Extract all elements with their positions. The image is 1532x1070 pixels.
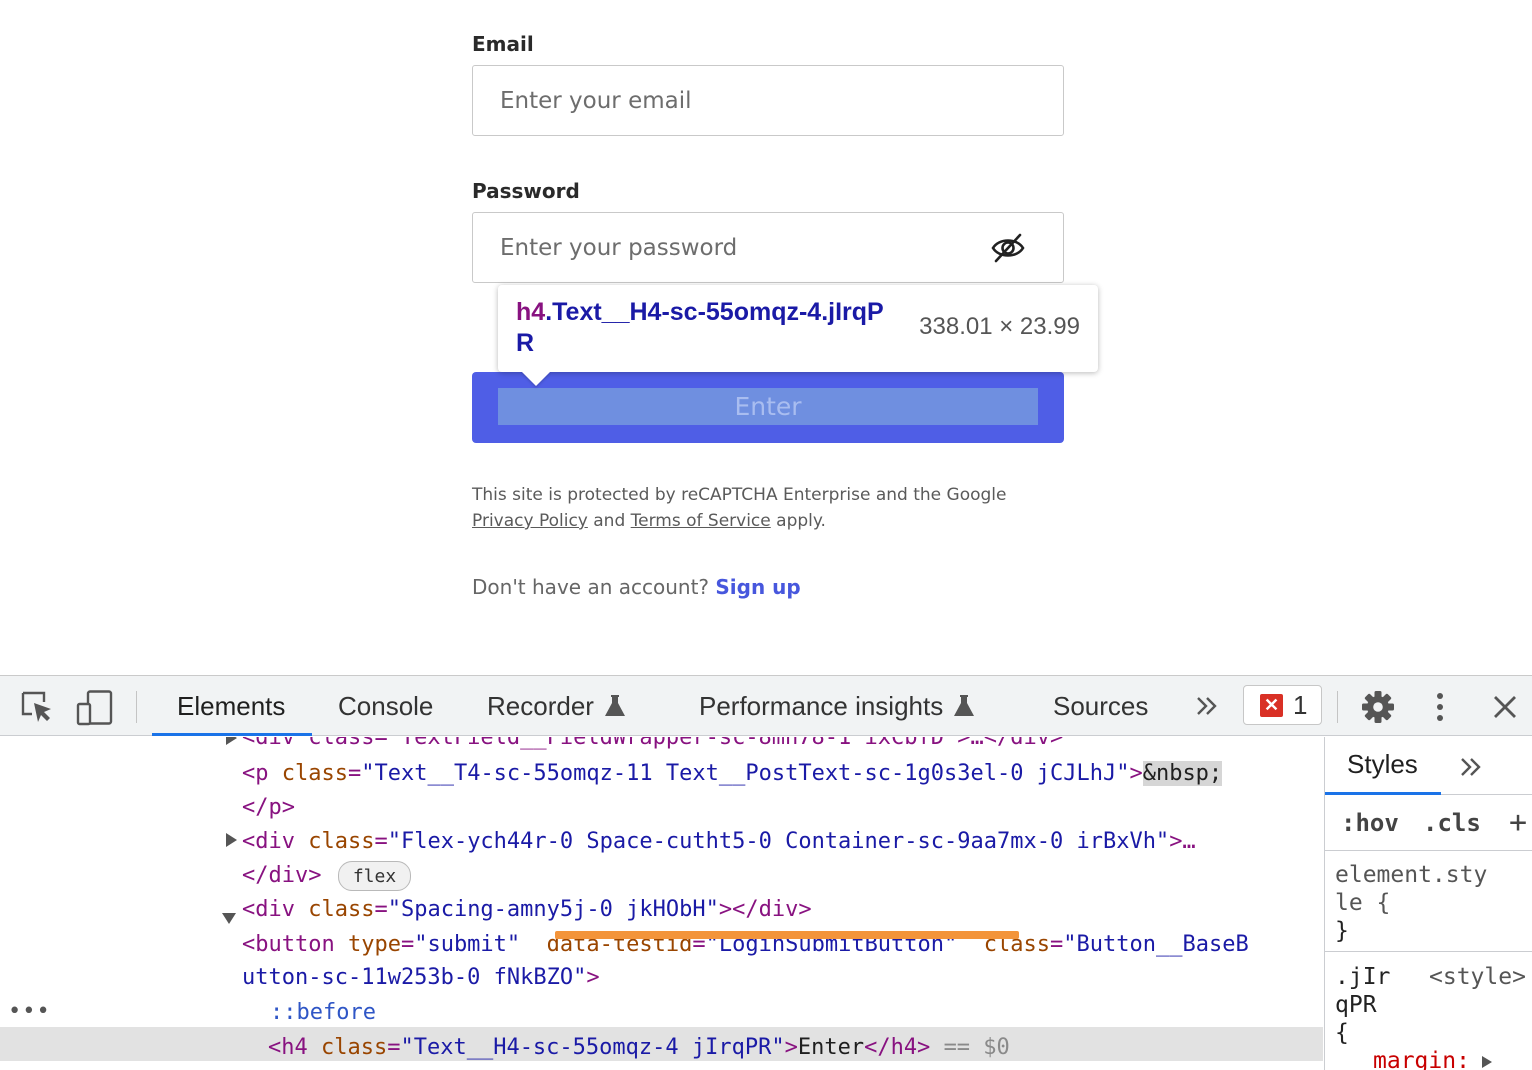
dom-line-flex-div[interactable]: <div class="Flex-ych44r-0 Space-cutht5-0… [242, 825, 1196, 859]
settings-gear-icon[interactable] [1361, 690, 1395, 724]
eye-off-icon[interactable] [991, 233, 1025, 263]
tab-elements[interactable]: Elements [177, 676, 285, 736]
recaptcha-text: This site is protected by reCAPTCHA Ente… [472, 485, 1007, 505]
dom-line-before[interactable]: ::before [270, 996, 376, 1030]
tab-performance-insights[interactable]: Performance insights [699, 676, 975, 736]
more-tabs-chevron-icon[interactable] [1195, 696, 1219, 716]
dom-line-spacing-div[interactable]: <div class="Spacing-amny5j-0 jkHObH"></d… [242, 893, 812, 927]
more-options-icon[interactable] [1430, 690, 1450, 724]
recaptcha-apply: apply. [776, 511, 826, 531]
tooltip-size: 338.01 × 23.99 [919, 313, 1080, 340]
inspector-tooltip: h4.Text__H4-sc-55omqz-4.jIrqPR 338.01 × … [498, 285, 1098, 386]
dom-line-p-close[interactable]: </p> [242, 791, 295, 825]
email-input[interactable]: Enter your email [472, 65, 1064, 136]
tab-styles[interactable]: Styles [1347, 749, 1418, 780]
recaptcha-notice: This site is protected by reCAPTCHA Ente… [472, 482, 1072, 534]
expand-triangle-icon[interactable] [226, 833, 237, 847]
expand-triangle-icon[interactable] [226, 737, 237, 745]
toolbar-separator [1337, 691, 1338, 723]
signup-prompt: Don't have an account? [472, 575, 710, 599]
experiment-flask-icon [954, 695, 975, 716]
dom-line-button-cont[interactable]: utton-sc-11w253b-0 fNkBZO"> [242, 961, 600, 995]
dom-tree[interactable]: <div class="TextField__FieldWrapper-sc-8… [0, 737, 1323, 1070]
node-actions-ellipsis[interactable]: ••• [8, 999, 51, 1024]
tooltip-class: .Text__H4-sc-55omqz-4.jIrqPR [516, 298, 884, 357]
inspect-element-icon[interactable] [20, 690, 54, 724]
element-style-selector-2: le { [1335, 890, 1391, 916]
password-label: Password [472, 179, 580, 203]
dom-line-p[interactable]: <p class="Text__T4-sc-55omqz-11 Text__Po… [242, 757, 1223, 791]
devtools-toolbar: Elements Console Recorder Performance in… [0, 676, 1532, 736]
submit-label: Enter [734, 392, 802, 421]
add-rule-button[interactable]: + [1509, 805, 1527, 840]
cls-toggle[interactable]: .cls [1423, 809, 1481, 837]
email-placeholder: Enter your email [500, 87, 692, 114]
tab-performance-insights-label: Performance insights [699, 690, 944, 721]
error-icon: ✕ [1260, 693, 1283, 717]
styles-pane: Styles :hov .cls + element.sty le { } .j… [1324, 737, 1532, 1070]
devtools-panel: Elements Console Recorder Performance in… [0, 675, 1532, 1070]
rule-selector-1: .jIr [1335, 964, 1391, 990]
recaptcha-and: and [593, 511, 626, 531]
tooltip-selector: h4.Text__H4-sc-55omqz-4.jIrqPR [516, 297, 896, 359]
signup-link[interactable]: Sign up [715, 575, 800, 599]
signup-line: Don't have an account? Sign up [472, 575, 801, 599]
expand-shorthand-icon[interactable] [1481, 1055, 1493, 1069]
rule-open-brace: { [1335, 1020, 1349, 1046]
styles-filter-row: :hov .cls + [1325, 795, 1532, 851]
email-label: Email [472, 32, 534, 56]
tab-recorder-label: Recorder [487, 690, 594, 721]
active-tab-indicator [152, 733, 312, 736]
error-count: 1 [1293, 689, 1308, 720]
dom-line-h4[interactable]: <h4 class="Text__H4-sc-55omqz-4 jIrqPR">… [268, 1031, 1010, 1065]
testid-annotation-underline [555, 931, 1019, 939]
login-submit-button[interactable]: Enter [472, 372, 1064, 443]
error-count-badge[interactable]: ✕ 1 [1243, 685, 1322, 725]
tab-recorder[interactable]: Recorder [487, 676, 626, 736]
flex-badge[interactable]: flex [338, 861, 411, 891]
toolbar-separator [136, 691, 137, 723]
dom-line-flex-div-close[interactable]: </div> [242, 859, 321, 893]
submit-label-highlight: Enter [498, 388, 1038, 425]
tab-console[interactable]: Console [338, 676, 433, 736]
experiment-flask-icon [604, 695, 625, 716]
rule-property-margin[interactable]: margin: [1373, 1047, 1470, 1070]
tooltip-arrow [522, 372, 550, 386]
password-placeholder: Enter your password [500, 234, 738, 261]
collapse-triangle-icon[interactable] [222, 913, 236, 924]
styles-divider [1325, 951, 1532, 952]
privacy-policy-link[interactable]: Privacy Policy [472, 511, 588, 531]
element-style-selector-1: element.sty [1335, 862, 1488, 888]
tooltip-tag: h4 [516, 298, 546, 326]
terms-of-service-link[interactable]: Terms of Service [631, 511, 771, 531]
element-style-close: } [1335, 918, 1349, 944]
styles-tabbar: Styles [1325, 737, 1532, 795]
more-panes-chevron-icon[interactable] [1459, 757, 1483, 777]
password-input[interactable]: Enter your password [472, 212, 1064, 283]
tab-sources[interactable]: Sources [1053, 676, 1148, 736]
device-toolbar-icon[interactable] [76, 690, 114, 726]
close-devtools-icon[interactable] [1492, 694, 1518, 720]
rule-source-link[interactable]: <style> [1429, 963, 1526, 991]
login-page: Email Enter your email Password Enter yo… [0, 0, 1532, 675]
hov-toggle[interactable]: :hov [1341, 809, 1399, 837]
dom-line-textfield[interactable]: <div class="TextField__FieldWrapper-sc-8… [242, 737, 1063, 755]
rule-selector-2: qPR [1335, 992, 1377, 1018]
